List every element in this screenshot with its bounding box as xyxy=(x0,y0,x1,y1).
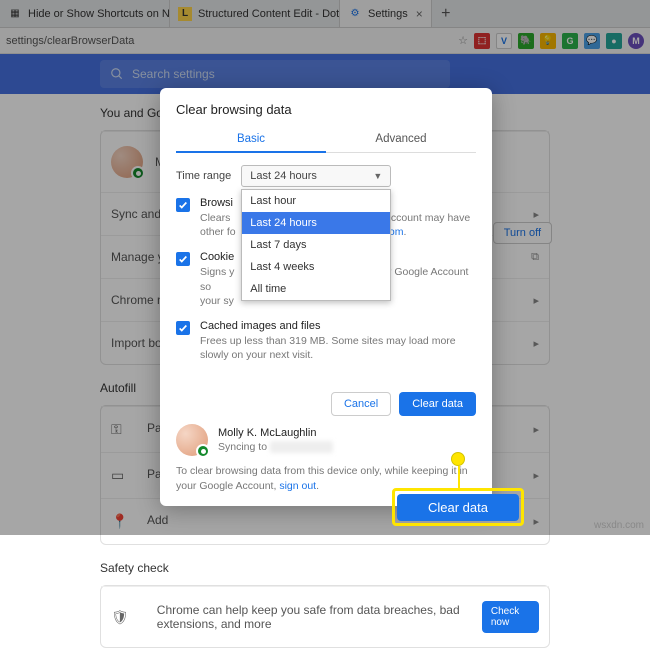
callout-line xyxy=(458,466,460,490)
cached-desc: Frees up less than 319 MB. Some sites ma… xyxy=(200,334,476,362)
syncing-text: Syncing to xyxy=(218,441,333,453)
option-last-24-hours[interactable]: Last 24 hours xyxy=(242,212,390,234)
option-last-4-weeks[interactable]: Last 4 weeks xyxy=(242,256,390,278)
sync-badge-icon xyxy=(196,444,210,458)
watermark: wsxdn.com xyxy=(594,520,644,531)
clear-data-button[interactable]: Clear data xyxy=(399,392,476,416)
check-now-button[interactable]: Check now xyxy=(482,601,539,633)
time-range-row: Time range Last 24 hours ▼ Last hour Las… xyxy=(176,165,476,187)
safety-card: 🛡Chrome can help keep you safe from data… xyxy=(100,585,550,648)
callout-box: Clear data xyxy=(392,488,524,526)
callout-clear-data-button[interactable]: Clear data xyxy=(397,494,519,521)
blurred-email xyxy=(270,441,333,453)
account-info: Molly K. McLaughlin Syncing to xyxy=(176,424,476,456)
select-display[interactable]: Last 24 hours ▼ xyxy=(241,165,391,187)
tab-advanced[interactable]: Advanced xyxy=(326,127,476,152)
cached-checkbox[interactable] xyxy=(176,321,190,335)
signout-link[interactable]: sign out xyxy=(279,480,316,492)
dialog-actions: Cancel Clear data xyxy=(176,392,476,416)
chevron-down-icon: ▼ xyxy=(373,171,382,181)
dialog-title: Clear browsing data xyxy=(176,102,476,117)
cached-content: Cached images and files Frees up less th… xyxy=(200,320,476,362)
safety-row: 🛡Chrome can help keep you safe from data… xyxy=(101,586,549,647)
select-value: Last 24 hours xyxy=(250,170,317,182)
option-all-time[interactable]: All time xyxy=(242,278,390,300)
time-range-label: Time range xyxy=(176,170,231,182)
dialog-tabs: Basic Advanced xyxy=(176,127,476,153)
time-range-dropdown: Last hour Last 24 hours Last 7 days Last… xyxy=(241,189,391,301)
cached-row: Cached images and files Frees up less th… xyxy=(176,320,476,362)
avatar xyxy=(176,424,208,456)
cancel-button[interactable]: Cancel xyxy=(331,392,391,416)
option-last-hour[interactable]: Last hour xyxy=(242,190,390,212)
clear-browsing-data-dialog: Clear browsing data Basic Advanced Time … xyxy=(160,88,492,506)
option-last-7-days[interactable]: Last 7 days xyxy=(242,234,390,256)
time-range-select[interactable]: Last 24 hours ▼ Last hour Last 24 hours … xyxy=(241,165,391,187)
account-name: Molly K. McLaughlin xyxy=(218,427,333,439)
cookies-checkbox[interactable] xyxy=(176,252,190,266)
shield-icon: 🛡 xyxy=(111,609,129,626)
browsing-checkbox[interactable] xyxy=(176,198,190,212)
section-safety: Safety check xyxy=(100,561,550,575)
cached-title: Cached images and files xyxy=(200,320,476,332)
callout-dot xyxy=(451,452,465,466)
tab-basic[interactable]: Basic xyxy=(176,127,326,153)
